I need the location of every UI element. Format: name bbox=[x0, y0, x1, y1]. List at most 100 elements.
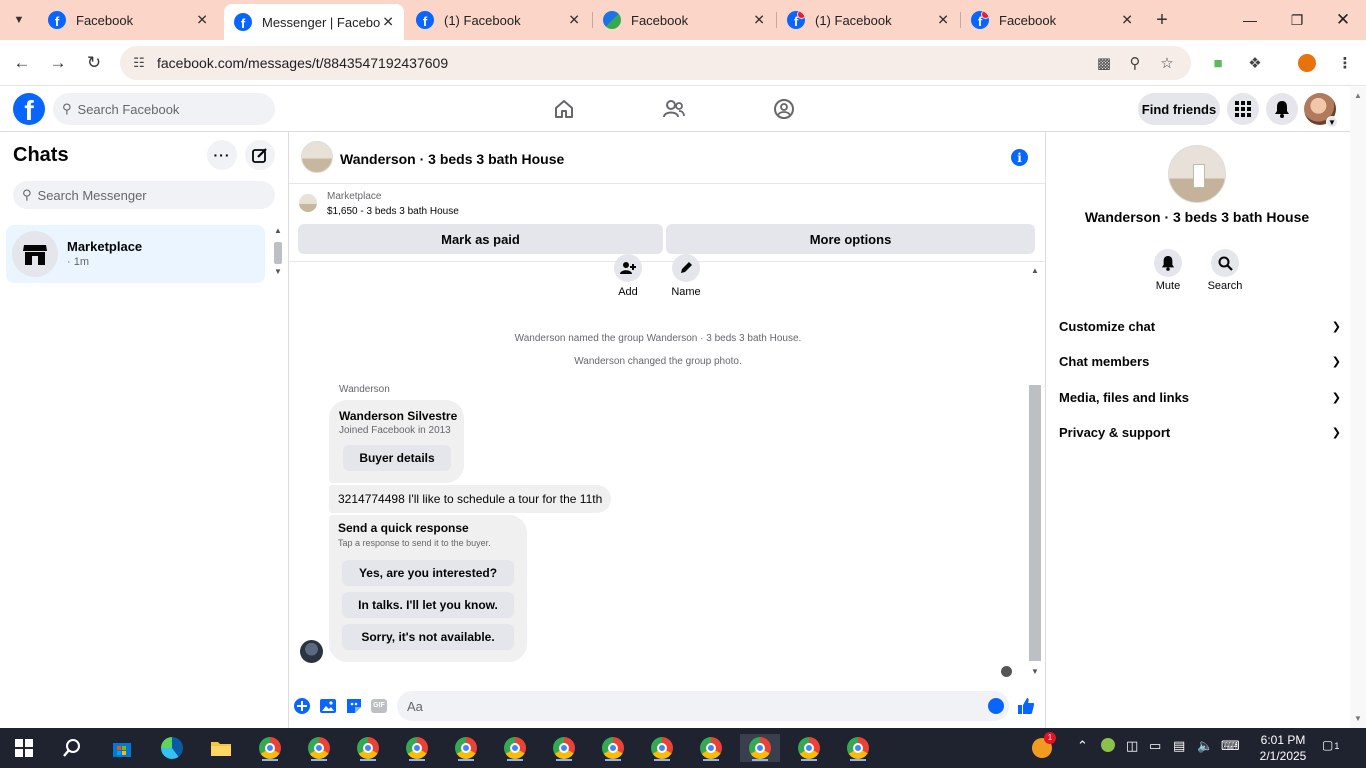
forward-button[interactable]: → bbox=[44, 49, 72, 77]
sender-avatar[interactable] bbox=[300, 640, 323, 663]
restore-button[interactable]: ❐ bbox=[1283, 8, 1311, 32]
thumbs-up-icon[interactable] bbox=[1016, 696, 1036, 716]
windows-start-icon[interactable] bbox=[10, 734, 38, 762]
new-tab-button[interactable]: + bbox=[1150, 8, 1174, 32]
browser-menu-icon[interactable]: ⋮ bbox=[1335, 53, 1355, 73]
chrome-icon[interactable] bbox=[550, 734, 578, 762]
search-icon[interactable] bbox=[1211, 249, 1239, 277]
chrome-icon-active[interactable] bbox=[740, 734, 780, 762]
zoom-icon[interactable]: ⚲ bbox=[1125, 53, 1145, 73]
notification-center-icon[interactable]: ▢1 bbox=[1322, 738, 1339, 752]
chat-list-scrollbar[interactable]: ▲ ▼ bbox=[272, 226, 284, 281]
scrollbar-thumb[interactable] bbox=[1029, 385, 1041, 661]
reload-button[interactable]: ↻ bbox=[80, 49, 108, 77]
browser-tab[interactable]: f Facebook ✕ bbox=[961, 0, 1143, 40]
volume-icon[interactable]: 🔈 bbox=[1197, 738, 1213, 754]
more-options-button[interactable]: More options bbox=[666, 224, 1035, 254]
buyer-details-button[interactable]: Buyer details bbox=[343, 445, 451, 471]
scroll-down-arrow-icon[interactable]: ▼ bbox=[1354, 714, 1362, 723]
weather-icon[interactable]: 1 bbox=[1028, 732, 1056, 762]
file-explorer-icon[interactable] bbox=[207, 734, 235, 762]
find-friends-button[interactable]: Find friends bbox=[1138, 93, 1220, 125]
taskbar-search-icon[interactable] bbox=[58, 734, 86, 762]
plus-circle-icon[interactable] bbox=[292, 696, 312, 716]
sticker-icon[interactable] bbox=[344, 696, 364, 716]
chrome-icon[interactable] bbox=[256, 734, 284, 762]
media-files-links-row[interactable]: Media, files and links ❯ bbox=[1059, 387, 1341, 407]
friends-icon[interactable] bbox=[662, 97, 686, 121]
facebook-logo[interactable]: f bbox=[13, 93, 45, 125]
photo-icon[interactable] bbox=[318, 696, 338, 716]
browser-tab[interactable]: f Facebook ✕ bbox=[38, 0, 218, 40]
chats-options-icon[interactable]: ··· bbox=[207, 140, 237, 170]
extensions-puzzle-icon[interactable]: ❖ bbox=[1245, 53, 1265, 73]
facebook-search-input[interactable]: ⚲ Search Facebook bbox=[53, 93, 275, 125]
taskbar-clock[interactable]: 6:01 PM 2/1/2025 bbox=[1255, 732, 1311, 764]
quick-response-option[interactable]: Yes, are you interested? bbox=[342, 560, 514, 586]
pencil-icon[interactable] bbox=[672, 254, 700, 282]
bookmark-star-icon[interactable]: ☆ bbox=[1157, 53, 1177, 73]
close-tab-icon[interactable]: ✕ bbox=[382, 14, 394, 31]
edge-icon[interactable] bbox=[158, 734, 186, 762]
group-photo[interactable] bbox=[1168, 145, 1226, 203]
chrome-icon[interactable] bbox=[501, 734, 529, 762]
tray-app-icon[interactable] bbox=[1101, 738, 1115, 755]
chrome-icon[interactable] bbox=[305, 734, 333, 762]
extension-cube-icon[interactable]: ■ bbox=[1208, 53, 1228, 73]
listing-detail[interactable]: $1,650 - 3 beds 3 bath House bbox=[327, 206, 459, 217]
privacy-support-row[interactable]: Privacy & support ❯ bbox=[1059, 422, 1341, 442]
browser-tab[interactable]: Facebook ✕ bbox=[593, 0, 775, 40]
chrome-icon[interactable] bbox=[403, 734, 431, 762]
account-chevron-down-icon[interactable]: ▼ bbox=[1326, 116, 1338, 128]
chat-list-item[interactable]: Marketplace · 1m bbox=[6, 225, 265, 283]
minimize-button[interactable]: — bbox=[1236, 8, 1264, 32]
chrome-icon[interactable] bbox=[697, 734, 725, 762]
chat-members-row[interactable]: Chat members ❯ bbox=[1059, 351, 1341, 371]
browser-tab[interactable]: f (1) Facebook ✕ bbox=[406, 0, 590, 40]
scroll-down-arrow-icon[interactable]: ▼ bbox=[274, 267, 282, 276]
mark-as-paid-button[interactable]: Mark as paid bbox=[298, 224, 663, 254]
scroll-up-arrow-icon[interactable]: ▲ bbox=[274, 226, 282, 235]
home-icon[interactable] bbox=[552, 97, 576, 121]
groups-icon[interactable] bbox=[772, 97, 796, 121]
tab-search-dropdown-icon[interactable]: ▼ bbox=[6, 8, 32, 32]
tray-overflow-chevron-icon[interactable]: ⌃ bbox=[1077, 738, 1088, 754]
chrome-icon[interactable] bbox=[599, 734, 627, 762]
url-text[interactable]: facebook.com/messages/t/8843547192437609 bbox=[157, 55, 448, 71]
profile-icon[interactable] bbox=[1297, 53, 1317, 73]
scroll-down-arrow-icon[interactable]: ▼ bbox=[1031, 667, 1039, 676]
conversation-avatar[interactable] bbox=[301, 141, 333, 173]
microsoft-store-icon[interactable] bbox=[108, 734, 136, 762]
page-scrollbar[interactable]: ▲ ▼ bbox=[1350, 87, 1366, 728]
close-tab-icon[interactable]: ✕ bbox=[937, 12, 949, 29]
quick-response-option[interactable]: Sorry, it's not available. bbox=[342, 624, 514, 650]
close-tab-icon[interactable]: ✕ bbox=[568, 12, 580, 29]
conversation-title[interactable]: Wanderson · 3 beds 3 bath House bbox=[340, 151, 564, 167]
chrome-icon[interactable] bbox=[648, 734, 676, 762]
browser-tab-active[interactable]: f Messenger | Facebook ✕ bbox=[224, 4, 404, 40]
customize-chat-row[interactable]: Customize chat ❯ bbox=[1059, 316, 1341, 336]
notifications-bell-icon[interactable] bbox=[1266, 93, 1298, 125]
keyboard-icon[interactable]: ⌨ bbox=[1221, 738, 1240, 754]
gif-icon[interactable]: GIF bbox=[369, 696, 389, 716]
back-button[interactable]: ← bbox=[8, 49, 36, 77]
browser-tab[interactable]: f (1) Facebook ✕ bbox=[777, 0, 959, 40]
address-bar[interactable]: ☷ facebook.com/messages/t/88435471924376… bbox=[120, 46, 1191, 80]
message-bubble[interactable]: 3214774498 I'll like to schedule a tour … bbox=[329, 485, 612, 513]
scrollbar-thumb[interactable] bbox=[274, 242, 282, 264]
tray-app-icon[interactable]: ◫ bbox=[1126, 738, 1138, 754]
add-person-icon[interactable] bbox=[614, 254, 642, 282]
emoji-icon[interactable] bbox=[988, 698, 1004, 714]
messenger-search-input[interactable]: ⚲ Search Messenger bbox=[13, 181, 275, 209]
install-app-icon[interactable]: ▩ bbox=[1094, 53, 1114, 73]
close-window-button[interactable]: ✕ bbox=[1329, 8, 1357, 32]
close-tab-icon[interactable]: ✕ bbox=[196, 12, 208, 29]
bell-icon[interactable] bbox=[1154, 249, 1182, 277]
chrome-icon[interactable] bbox=[844, 734, 872, 762]
chrome-icon[interactable] bbox=[795, 734, 823, 762]
message-input[interactable]: Aa bbox=[397, 691, 1009, 721]
tray-app-icon[interactable]: ▭ bbox=[1149, 738, 1161, 754]
network-icon[interactable]: ▤ bbox=[1173, 738, 1185, 754]
info-icon[interactable]: i bbox=[1011, 149, 1028, 166]
quick-response-option[interactable]: In talks. I'll let you know. bbox=[342, 592, 514, 618]
